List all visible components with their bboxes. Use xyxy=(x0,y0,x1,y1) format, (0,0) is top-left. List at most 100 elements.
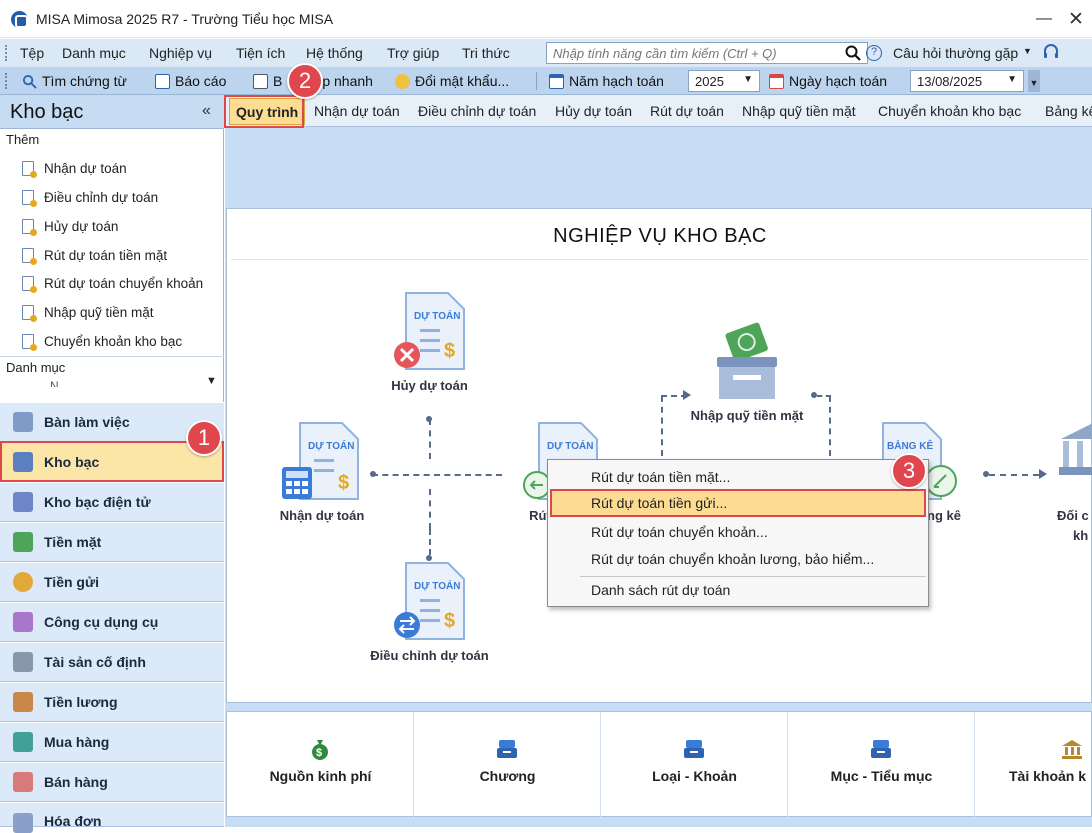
sidebar-link-label: Chuyển khoản kho bạc xyxy=(44,333,183,349)
sidebar-link-label: Nhận dự toán xyxy=(44,160,127,176)
menu-knowledge[interactable]: Tri thức xyxy=(462,45,510,61)
connector-line xyxy=(429,489,431,529)
connector-line xyxy=(429,419,431,459)
report-button[interactable]: Báo cáo xyxy=(155,67,226,95)
menu-operations[interactable]: Nghiệp vụ xyxy=(149,45,212,61)
calendar-icon xyxy=(549,73,564,89)
nav-tai-san-co-dinh[interactable]: Tài sản cố định xyxy=(0,642,224,682)
faq-link[interactable]: Câu hỏi thường gặp xyxy=(893,45,1018,61)
toolbar-overflow-icon[interactable]: ▼ xyxy=(1028,70,1040,92)
chevron-down-icon: ▼ xyxy=(1007,74,1017,85)
catalog-label: Loại - Khoản xyxy=(652,768,737,784)
feature-search-input[interactable] xyxy=(553,46,843,61)
tab-nhap-quy-tien-mat[interactable]: Nhập quỹ tiền mặt xyxy=(742,95,856,126)
menu-item-rut-tien-gui[interactable]: Rút dự toán tiền gửi... xyxy=(550,489,926,517)
change-password-button[interactable]: Đổi mật khẩu... xyxy=(395,67,509,95)
headset-icon[interactable] xyxy=(1042,43,1060,61)
divider xyxy=(231,259,1089,260)
menu-item-rut-tien-mat[interactable]: Rút dự toán tiền mặt... xyxy=(550,463,926,491)
salary-icon xyxy=(13,692,33,712)
nav-mua-hang[interactable]: Mua hàng xyxy=(0,722,224,762)
close-button[interactable]: ✕ xyxy=(1068,8,1084,31)
report-icon xyxy=(155,73,170,89)
adjust-estimate-label: Điều chỉnh dự toán xyxy=(370,648,489,663)
svg-text:$: $ xyxy=(316,747,322,759)
nav-cong-cu-dung-cu[interactable]: Công cụ dụng cụ xyxy=(0,602,224,642)
nav-kho-bac-dien-tu[interactable]: Kho bạc điện tử xyxy=(0,482,224,522)
sidebar-link-huy-du-toan[interactable]: Hủy dự toán xyxy=(22,216,118,236)
catalog-tai-khoan[interactable]: Tài khoản k xyxy=(975,712,1092,818)
cancel-estimate-icon[interactable]: DỰ TOÁN $ xyxy=(392,291,470,373)
document-icon xyxy=(22,189,37,207)
nav-hoa-don[interactable]: Hóa đơn xyxy=(0,802,224,833)
connector-dot xyxy=(370,471,376,477)
menu-catalog[interactable]: Danh mục xyxy=(62,45,126,61)
toolbar: Tìm chứng từ Báo cáo B p nhanh Đổi mật k… xyxy=(0,67,1092,95)
withdraw-context-menu: Rút dự toán tiền mặt... Rút dự toán tiền… xyxy=(547,459,929,607)
desk-icon xyxy=(13,412,33,432)
arrow-right-icon xyxy=(683,390,691,400)
e-treasury-icon xyxy=(13,492,33,512)
sidebar-link-rut-tien-mat[interactable]: Rút dự toán tiền mặt xyxy=(22,245,167,265)
nav-label: Tài sản cố định xyxy=(44,654,146,670)
cash-deposit-icon[interactable] xyxy=(715,319,779,401)
menu-help[interactable]: Trợ giúp xyxy=(387,45,439,61)
catalog-nguon-kinh-phi[interactable]: $ Nguồn kinh phí xyxy=(227,712,414,818)
feature-search-box[interactable] xyxy=(546,42,868,64)
nav-ban-hang[interactable]: Bán hàng xyxy=(0,762,224,802)
nav-tien-mat[interactable]: Tiền mặt xyxy=(0,522,224,562)
document-icon xyxy=(22,218,37,236)
sidebar-link-nhan-du-toan[interactable]: Nhận dự toán xyxy=(22,158,127,178)
svg-text:$: $ xyxy=(444,340,455,362)
faq-dropdown-arrow-icon[interactable]: ▼ xyxy=(1023,46,1032,56)
chevron-down-icon: ▼ xyxy=(743,74,753,85)
step-badge-2: 2 xyxy=(287,63,323,99)
find-voucher-button[interactable]: Tìm chứng từ xyxy=(22,67,127,95)
connector-line xyxy=(429,529,431,555)
title-bar: MISA Mimosa 2025 R7 - Trường Tiểu học MI… xyxy=(0,0,1092,38)
catalog-loai-khoan[interactable]: Loại - Khoản xyxy=(601,712,788,818)
sidebar-category-dropdown[interactable]: Danh mục N ,,,,,,,,,, ▼ xyxy=(0,356,224,394)
catalog-muc-tieu-muc[interactable]: Mục - Tiểu mục xyxy=(788,712,975,818)
svg-text:BẢNG KÊ: BẢNG KÊ xyxy=(887,439,933,452)
svg-text:$: $ xyxy=(444,610,455,632)
chevron-down-icon[interactable]: ▼ xyxy=(206,375,217,387)
tab-rut-du-toan[interactable]: Rút dự toán xyxy=(650,95,724,126)
sidebar-link-label: Rút dự toán chuyển khoản xyxy=(44,275,204,291)
fixed-asset-icon xyxy=(13,652,33,672)
sidebar-link-dieu-chinh-du-toan[interactable]: Điều chỉnh dự toán xyxy=(22,187,158,207)
sidebar-link-chuyen-khoan-kho-bac[interactable]: Chuyển khoản kho bạc xyxy=(22,331,182,351)
posting-date-picker[interactable]: 13/08/2025 ▼ xyxy=(910,70,1024,92)
sidebar-link-nhap-quy[interactable]: Nhập quỹ tiền mặt xyxy=(22,302,154,322)
tab-nhan-du-toan[interactable]: Nhận dự toán xyxy=(314,95,400,126)
treasury-reconcile-icon[interactable] xyxy=(1057,421,1092,483)
nav-tien-gui[interactable]: Tiền gửi xyxy=(0,562,224,602)
menu-system[interactable]: Hệ thống xyxy=(306,45,363,61)
help-icon[interactable]: ? xyxy=(866,45,882,61)
tab-bang-ke[interactable]: Bảng kê xyxy=(1045,95,1092,126)
catalog-chuong[interactable]: Chương xyxy=(414,712,601,818)
statement-label: ng kê xyxy=(927,508,961,523)
menu-utilities[interactable]: Tiện ích xyxy=(236,45,285,61)
receive-estimate-icon[interactable]: DỰ TOÁN $ xyxy=(280,421,360,503)
category-label: Danh mục xyxy=(6,360,66,375)
menu-item-rut-chuyen-khoan[interactable]: Rút dự toán chuyển khoản... xyxy=(550,518,926,546)
menu-item-rut-ck-luong-bao-hiem[interactable]: Rút dự toán chuyển khoản lương, bảo hiểm… xyxy=(550,545,926,573)
tray-icon xyxy=(871,740,891,758)
tab-dieu-chinh-du-toan[interactable]: Điều chỉnh dự toán xyxy=(418,95,536,126)
nav-tien-luong[interactable]: Tiền lương xyxy=(0,682,224,722)
collapse-icon[interactable]: « xyxy=(202,102,211,120)
tab-huy-du-toan[interactable]: Hủy dự toán xyxy=(555,95,632,126)
adjust-estimate-icon[interactable]: DỰ TOÁN $ xyxy=(392,561,470,643)
search-icon[interactable] xyxy=(845,45,861,61)
quick-report-label-end: p nhanh xyxy=(322,73,373,89)
sidebar-link-rut-chuyen-khoan[interactable]: Rút dự toán chuyển khoản xyxy=(22,273,203,293)
fiscal-year-select[interactable]: 2025 ▼ xyxy=(688,70,760,92)
tab-chuyen-khoan-kho-bac[interactable]: Chuyển khoản kho bạc xyxy=(878,95,1021,126)
menu-file[interactable]: Tệp xyxy=(20,45,44,61)
svg-text:DỰ TOÁN: DỰ TOÁN xyxy=(414,309,460,322)
menu-item-danh-sach-rut[interactable]: Danh sách rút dự toán xyxy=(550,576,926,604)
minimize-button[interactable]: — xyxy=(1036,10,1052,28)
sidebar-title: Kho bạc xyxy=(10,101,84,123)
connector-line xyxy=(989,474,1039,476)
